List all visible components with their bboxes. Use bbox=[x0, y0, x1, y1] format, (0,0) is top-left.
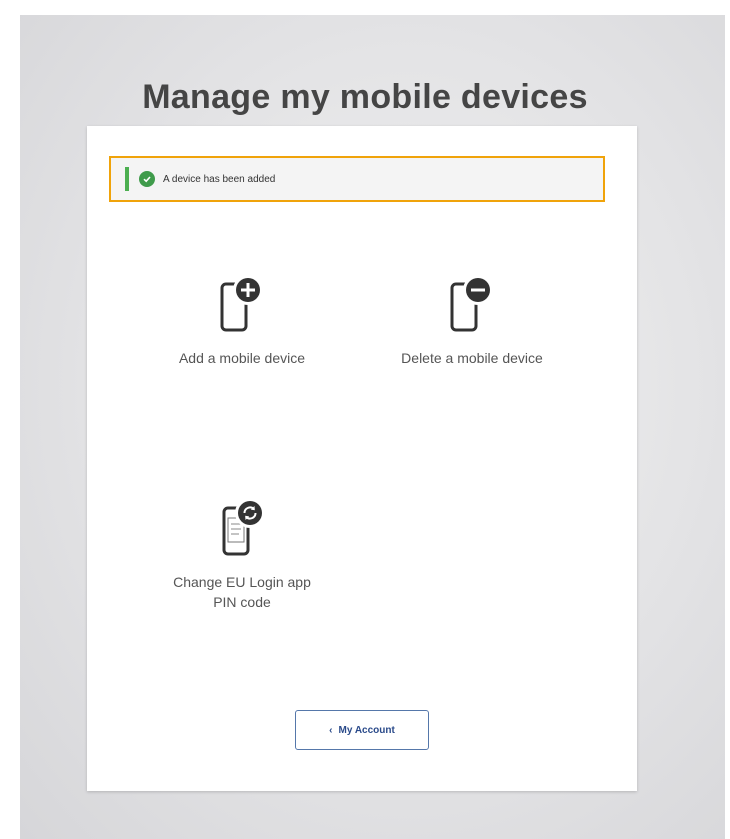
check-circle-icon bbox=[139, 171, 155, 187]
my-account-button[interactable]: ‹ My Account bbox=[295, 710, 429, 750]
phone-remove-icon bbox=[367, 274, 577, 336]
success-notice: A device has been added bbox=[109, 156, 605, 202]
phone-pin-refresh-icon bbox=[137, 496, 347, 560]
chevron-left-icon: ‹ bbox=[329, 724, 333, 736]
notice-text: A device has been added bbox=[163, 173, 276, 185]
change-pin-option[interactable]: Change EU Login app PIN code bbox=[137, 496, 347, 612]
notice-accent-bar bbox=[125, 167, 129, 191]
page-title: Manage my mobile devices bbox=[142, 78, 588, 116]
change-pin-label: Change EU Login app PIN code bbox=[173, 574, 311, 610]
delete-device-label: Delete a mobile device bbox=[401, 350, 543, 366]
phone-add-icon bbox=[137, 274, 347, 336]
my-account-label: My Account bbox=[338, 724, 395, 736]
devices-card: A device has been added Add a mobile dev… bbox=[87, 126, 637, 791]
add-device-label: Add a mobile device bbox=[178, 350, 306, 366]
delete-device-option[interactable]: Delete a mobile device bbox=[367, 274, 577, 368]
add-device-option[interactable]: Add a mobile device bbox=[137, 274, 347, 368]
